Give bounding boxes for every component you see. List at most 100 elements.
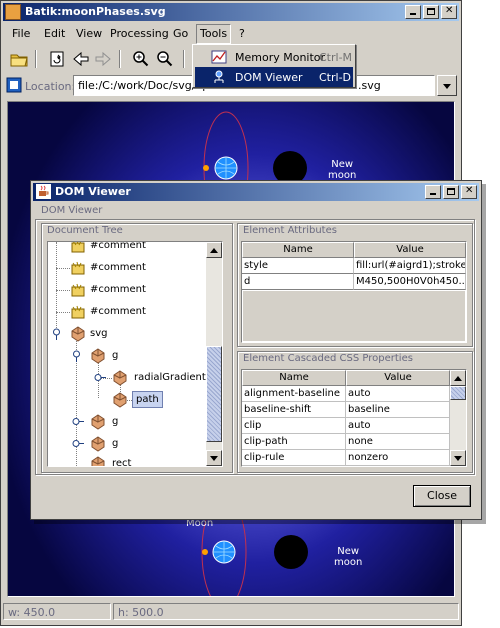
attr-value-header[interactable]: Value <box>354 242 466 258</box>
element-node-icon <box>112 370 128 386</box>
tree-node-label: #comment <box>90 241 146 251</box>
tree-node-label: g <box>112 438 119 449</box>
css-name-cell[interactable]: clip <box>242 418 346 434</box>
comment-node-icon <box>70 260 86 276</box>
scroll-up-arrow-icon[interactable] <box>206 242 222 258</box>
css-name-cell[interactable]: alignment-baseline <box>242 386 346 402</box>
window-title: Batik:moonPhases.svg <box>25 5 166 18</box>
css-value-cell[interactable]: none <box>346 434 450 450</box>
dom-viewer-icon <box>211 69 227 85</box>
dialog-title: DOM Viewer <box>55 185 131 198</box>
menu-view[interactable]: View <box>73 26 105 42</box>
attr-name-header[interactable]: Name <box>242 242 354 258</box>
css-value-cell[interactable]: auto <box>346 418 450 434</box>
dialog-minimize-button[interactable] <box>425 185 441 199</box>
element-node-icon <box>90 348 106 364</box>
tree-guide-line <box>76 466 90 467</box>
tree-guide-line <box>56 268 70 269</box>
tree-node-label: rect <box>112 458 132 467</box>
tree-node-label: g <box>112 416 119 427</box>
scroll-down-arrow-icon[interactable] <box>206 450 222 466</box>
css-properties-table[interactable]: Name Value alignment-baseline auto basel… <box>241 369 467 467</box>
tree-node-label: #comment <box>90 262 146 273</box>
scroll-thumb[interactable] <box>206 346 222 442</box>
zoom-in-icon[interactable] <box>131 49 151 69</box>
tree-node-label: path <box>132 391 163 408</box>
status-bar: w: 450.0 h: 500.0 <box>3 601 459 623</box>
menu-processing[interactable]: Processing <box>107 26 172 42</box>
dialog-caption: DOM Viewer <box>41 205 103 216</box>
scroll-down-arrow-icon[interactable] <box>450 450 466 466</box>
open-folder-icon[interactable] <box>9 49 29 69</box>
menu-item-dom-viewer[interactable]: DOM Viewer Ctrl-D <box>195 67 353 87</box>
css-value-cell[interactable]: nonzero <box>346 450 450 466</box>
tree-guide-line <box>56 312 70 313</box>
tree-guide-line <box>56 242 57 334</box>
dialog-close-x-button[interactable] <box>461 185 477 199</box>
collapsed-toggle-icon[interactable] <box>72 416 84 425</box>
expanded-toggle-icon[interactable] <box>72 350 81 362</box>
attr-value-cell[interactable]: M450,500H0V0h450... <box>354 274 466 290</box>
comment-node-icon <box>70 304 86 320</box>
tools-dropdown-menu: Memory Monitor Ctrl-M DOM Viewer Ctrl-D <box>192 44 356 88</box>
tree-scrollbar[interactable] <box>206 242 222 466</box>
menu-help[interactable]: ? <box>236 26 248 42</box>
collapsed-toggle-icon[interactable] <box>72 438 84 447</box>
comment-node-icon <box>70 242 86 254</box>
css-value-header[interactable]: Value <box>346 370 450 386</box>
css-name-cell[interactable]: clip-rule <box>242 450 346 466</box>
location-value-tail: .svg <box>358 79 381 92</box>
minimize-button[interactable] <box>405 5 421 19</box>
close-window-button[interactable] <box>441 5 457 19</box>
zoom-out-icon[interactable] <box>155 49 175 69</box>
attr-value-cell[interactable]: fill:url(#aigrd1);stroke... <box>354 258 466 274</box>
css-name-cell[interactable]: baseline-shift <box>242 402 346 418</box>
dialog-maximize-button[interactable] <box>443 185 459 199</box>
scroll-thumb[interactable] <box>450 386 466 400</box>
menu-edit[interactable]: Edit <box>41 26 68 42</box>
toolbar-separator <box>119 50 121 68</box>
element-attributes-title: Element Attributes <box>243 225 337 236</box>
maximize-button[interactable] <box>423 5 439 19</box>
menu-bar: File Edit View Processing Go Tools ? <box>3 23 459 45</box>
document-icon <box>6 77 22 93</box>
css-value-cell[interactable]: baseline <box>346 402 450 418</box>
menu-item-memory-monitor[interactable]: Memory Monitor Ctrl-M <box>195 47 353 67</box>
menu-tools[interactable]: Tools <box>196 24 232 44</box>
css-value-cell[interactable]: auto <box>346 386 450 402</box>
document-tree[interactable]: #comment #comment #comment #comment svg … <box>47 241 223 467</box>
new-moon-bottom-line2: moon <box>334 557 363 568</box>
forward-arrow-icon[interactable] <box>93 49 113 69</box>
menu-file[interactable]: File <box>9 26 33 42</box>
reload-icon[interactable] <box>47 49 67 69</box>
dom-viewer-label: DOM Viewer <box>235 71 303 84</box>
memory-monitor-icon <box>211 49 227 65</box>
element-node-icon <box>70 326 86 342</box>
status-width: w: 450.0 <box>3 603 111 620</box>
element-node-icon <box>112 392 128 408</box>
close-button[interactable]: Close <box>413 485 471 507</box>
title-bar[interactable]: Batik:moonPhases.svg <box>3 3 459 21</box>
css-name-header[interactable]: Name <box>242 370 346 386</box>
attr-name-cell[interactable]: style <box>242 258 354 274</box>
element-node-icon <box>90 436 106 452</box>
css-name-cell[interactable]: clip-path <box>242 434 346 450</box>
attributes-table-empty-area <box>243 291 465 341</box>
memory-monitor-shortcut: Ctrl-M <box>319 51 353 64</box>
back-arrow-icon[interactable] <box>71 49 91 69</box>
document-tree-title: Document Tree <box>47 225 123 236</box>
toolbar-separator <box>35 50 37 68</box>
location-label: Location: <box>25 80 76 93</box>
expanded-toggle-icon[interactable] <box>52 328 61 340</box>
tree-node-label: radialGradient <box>134 372 206 383</box>
collapsed-toggle-icon[interactable] <box>94 372 106 381</box>
status-height: h: 500.0 <box>113 603 459 620</box>
menu-go[interactable]: Go <box>170 26 191 42</box>
css-table-scrollbar[interactable] <box>450 370 466 466</box>
scroll-up-arrow-icon[interactable] <box>450 370 466 386</box>
dialog-title-bar[interactable]: DOM Viewer <box>33 183 479 201</box>
element-node-icon <box>90 456 106 466</box>
batik-app-icon <box>5 4 21 20</box>
location-dropdown-button[interactable] <box>437 75 457 96</box>
attr-name-cell[interactable]: d <box>242 274 354 290</box>
